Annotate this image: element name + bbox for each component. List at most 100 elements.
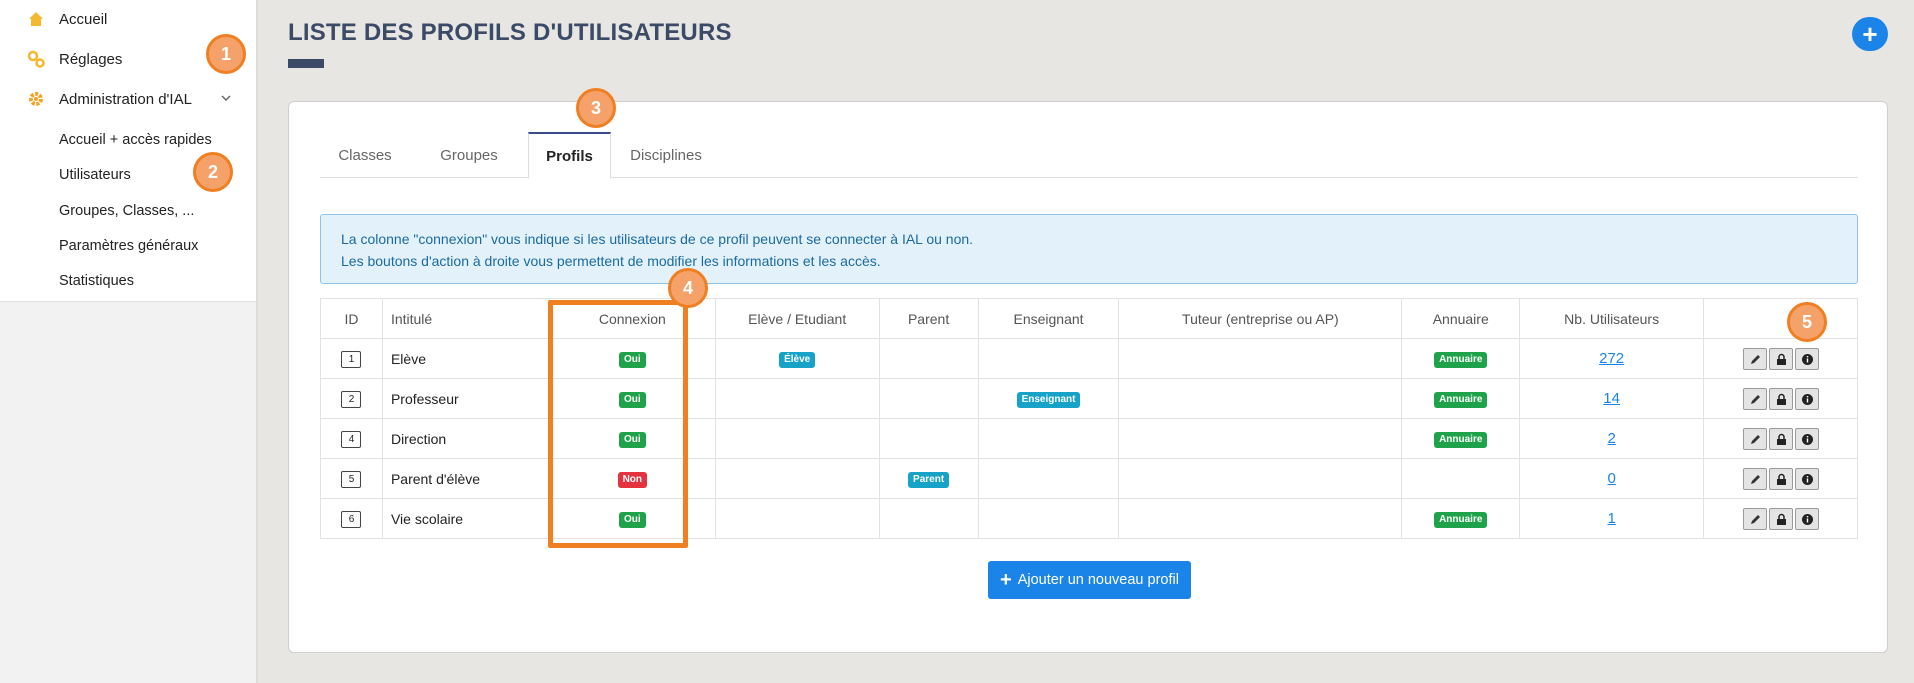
add-button-top[interactable]: + bbox=[1852, 17, 1888, 51]
sub-item-groupes-classes[interactable]: Groupes, Classes, ... bbox=[59, 203, 194, 219]
connexion-highlight bbox=[548, 300, 688, 548]
info-button[interactable] bbox=[1794, 507, 1819, 530]
cell-count: 272 bbox=[1519, 338, 1705, 379]
pencil-icon bbox=[1750, 514, 1760, 524]
cell-tuteur bbox=[1118, 498, 1403, 539]
home-icon bbox=[26, 9, 46, 29]
info-icon bbox=[1801, 433, 1813, 445]
annuaire-badge: Annuaire bbox=[1434, 512, 1488, 528]
tab-profils[interactable]: Profils bbox=[528, 132, 611, 179]
edit-button[interactable] bbox=[1742, 427, 1767, 450]
user-count-link[interactable]: 0 bbox=[1607, 470, 1615, 487]
user-count-link[interactable]: 1 bbox=[1607, 510, 1615, 527]
cell-intitule: Elève bbox=[381, 338, 550, 379]
nav-item-administration[interactable]: Administration d'IAL bbox=[0, 81, 256, 117]
nav-label: Réglages bbox=[59, 50, 123, 68]
user-count-link[interactable]: 2 bbox=[1607, 430, 1615, 447]
chevron-down-icon[interactable] bbox=[220, 91, 232, 108]
id-box: 2 bbox=[341, 391, 362, 408]
access-button[interactable] bbox=[1768, 467, 1793, 490]
access-button[interactable] bbox=[1768, 507, 1793, 530]
lock-icon bbox=[1776, 513, 1786, 525]
sub-item-statistiques[interactable]: Statistiques bbox=[59, 273, 134, 289]
user-count-link[interactable]: 14 bbox=[1603, 390, 1620, 407]
nav-item-accueil[interactable]: Accueil bbox=[0, 1, 256, 37]
cell-eleve bbox=[714, 378, 880, 419]
cell-intitule: Parent d'élève bbox=[381, 458, 550, 499]
pencil-icon bbox=[1750, 434, 1760, 444]
nav-label: Administration d'IAL bbox=[59, 90, 192, 108]
annotation-marker-5: 5 bbox=[1787, 302, 1827, 342]
edit-button[interactable] bbox=[1742, 347, 1767, 370]
lock-icon bbox=[1776, 393, 1786, 405]
pencil-icon bbox=[1750, 394, 1760, 404]
cell-enseignant bbox=[977, 418, 1120, 459]
cell-id: 4 bbox=[320, 418, 383, 459]
edit-button[interactable] bbox=[1742, 507, 1767, 530]
eleve-badge: Élève bbox=[779, 352, 816, 368]
cell-enseignant bbox=[977, 458, 1120, 499]
info-button[interactable] bbox=[1794, 427, 1819, 450]
cell-annuaire: Annuaire bbox=[1401, 378, 1521, 419]
lock-icon bbox=[1776, 473, 1786, 485]
edit-button[interactable] bbox=[1742, 467, 1767, 490]
cell-annuaire: Annuaire bbox=[1401, 498, 1521, 539]
annuaire-badge: Annuaire bbox=[1434, 352, 1488, 368]
access-button[interactable] bbox=[1768, 387, 1793, 410]
cell-id: 1 bbox=[320, 338, 383, 379]
col-header-annuaire: Annuaire bbox=[1401, 298, 1521, 339]
cell-actions bbox=[1703, 498, 1858, 539]
cell-annuaire bbox=[1401, 458, 1521, 499]
annuaire-badge: Annuaire bbox=[1434, 432, 1488, 448]
cell-parent: Parent bbox=[878, 458, 979, 499]
sidebar: Accueil Réglages Administration d'IAL Ac… bbox=[0, 0, 258, 683]
info-line-1: La colonne "connexion" vous indique si l… bbox=[341, 231, 974, 247]
cell-parent bbox=[878, 378, 979, 419]
col-header-id: ID bbox=[320, 298, 383, 339]
add-profile-button[interactable]: + Ajouter un nouveau profil bbox=[988, 561, 1191, 599]
sub-item-parametres[interactable]: Paramètres généraux bbox=[59, 238, 198, 254]
id-box: 1 bbox=[341, 351, 362, 368]
tab-groupes[interactable]: Groupes bbox=[410, 132, 528, 178]
access-button[interactable] bbox=[1768, 347, 1793, 370]
cell-annuaire: Annuaire bbox=[1401, 338, 1521, 379]
sub-item-accueil-acces[interactable]: Accueil + accès rapides bbox=[59, 132, 212, 148]
gear-icon bbox=[26, 89, 46, 109]
col-header-eleve: Elève / Etudiant bbox=[714, 298, 880, 339]
cell-actions bbox=[1703, 338, 1858, 379]
sub-item-utilisateurs[interactable]: Utilisateurs bbox=[59, 167, 131, 183]
info-icon bbox=[1801, 513, 1813, 525]
profiles-card: Classes Groupes Profils Disciplines La c… bbox=[288, 101, 1888, 653]
cell-parent bbox=[878, 498, 979, 539]
plus-icon: + bbox=[1000, 569, 1012, 591]
pencil-icon bbox=[1750, 474, 1760, 484]
id-box: 5 bbox=[341, 471, 362, 488]
info-button[interactable] bbox=[1794, 467, 1819, 490]
enseignant-badge: Enseignant bbox=[1016, 392, 1081, 408]
pencil-icon bbox=[1750, 354, 1760, 364]
col-header-parent: Parent bbox=[878, 298, 979, 339]
cell-count: 1 bbox=[1519, 498, 1705, 539]
user-count-link[interactable]: 272 bbox=[1599, 350, 1624, 367]
cell-intitule: Professeur bbox=[381, 378, 550, 419]
info-button[interactable] bbox=[1794, 387, 1819, 410]
info-button[interactable] bbox=[1794, 347, 1819, 370]
settings-icon bbox=[26, 49, 46, 69]
cell-annuaire: Annuaire bbox=[1401, 418, 1521, 459]
cell-actions bbox=[1703, 458, 1858, 499]
parent-badge: Parent bbox=[908, 472, 950, 488]
lock-icon bbox=[1776, 433, 1786, 445]
access-button[interactable] bbox=[1768, 427, 1793, 450]
title-underline bbox=[288, 59, 324, 68]
tab-disciplines[interactable]: Disciplines bbox=[611, 132, 721, 178]
annotation-marker-2: 2 bbox=[193, 152, 233, 192]
cell-enseignant bbox=[977, 338, 1120, 379]
annotation-marker-1: 1 bbox=[206, 34, 246, 74]
col-header-enseignant: Enseignant bbox=[977, 298, 1120, 339]
edit-button[interactable] bbox=[1742, 387, 1767, 410]
cell-enseignant: Enseignant bbox=[977, 378, 1120, 419]
tab-classes[interactable]: Classes bbox=[320, 132, 410, 178]
nav-label: Accueil bbox=[59, 10, 108, 28]
cell-actions bbox=[1703, 378, 1858, 419]
cell-enseignant bbox=[977, 498, 1120, 539]
